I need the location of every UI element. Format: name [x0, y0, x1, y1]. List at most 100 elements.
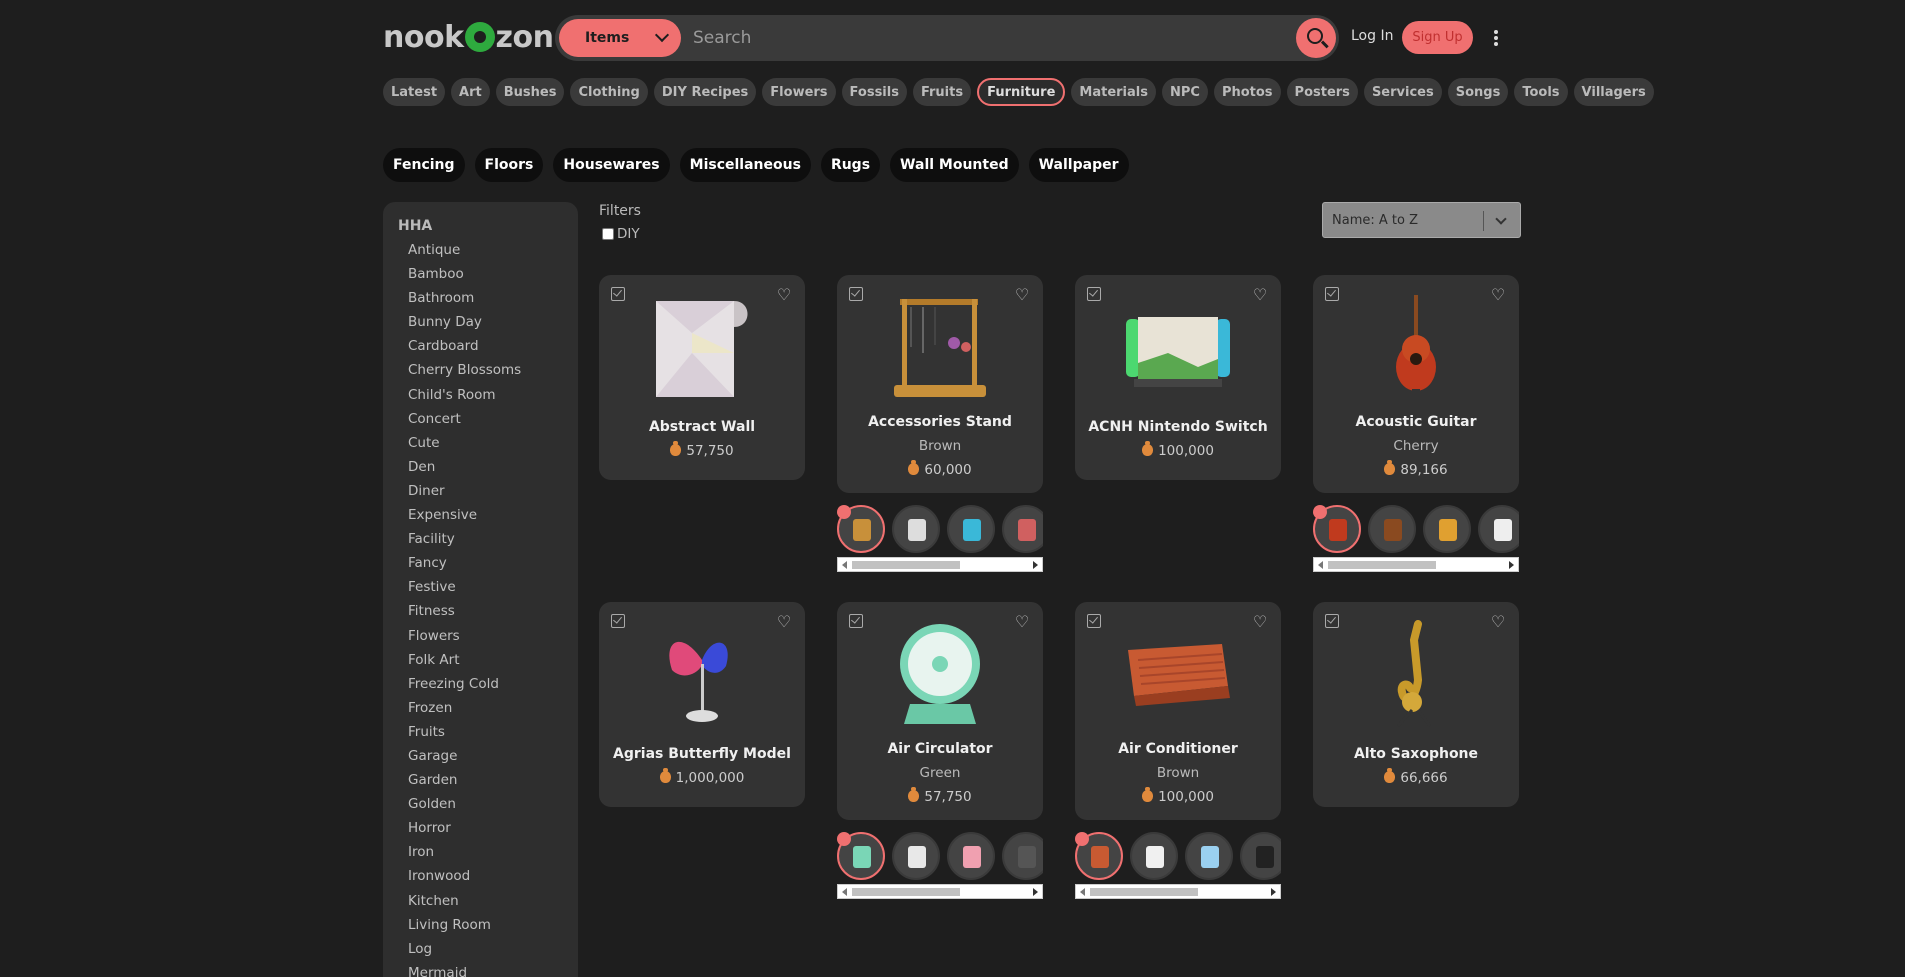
select-checkbox-icon[interactable] [1087, 287, 1101, 301]
sidebar-item[interactable]: Cardboard [408, 334, 578, 358]
select-checkbox-icon[interactable] [1325, 614, 1339, 628]
sidebar-heading[interactable]: HHA [398, 218, 578, 234]
sidebar-item[interactable]: Iron [408, 840, 578, 864]
sidebar-item[interactable]: Folk Art [408, 648, 578, 672]
item-card[interactable]: ♡ ACNH Nintendo Switch 100,000 [1075, 275, 1281, 480]
sidebar-item[interactable]: Flowers [408, 624, 578, 648]
subcategory-housewares[interactable]: Housewares [553, 148, 670, 182]
login-link[interactable]: Log In [1351, 28, 1393, 44]
sidebar-item[interactable]: Fancy [408, 551, 578, 575]
item-image[interactable] [1118, 293, 1238, 403]
heart-icon[interactable]: ♡ [775, 287, 793, 303]
variant-swatch[interactable] [947, 505, 995, 553]
heart-icon[interactable]: ♡ [1489, 614, 1507, 630]
item-card[interactable]: ♡ Alto Saxophone 66,666 [1313, 602, 1519, 807]
category-diy-recipes[interactable]: DIY Recipes [653, 78, 757, 106]
subcategory-fencing[interactable]: Fencing [383, 148, 465, 182]
variant-scrollbar[interactable] [1313, 557, 1519, 572]
search-button[interactable] [1296, 18, 1336, 58]
sidebar-item[interactable]: Antique [408, 238, 578, 262]
item-image[interactable] [642, 620, 762, 730]
item-card[interactable]: ♡ Acoustic Guitar Cherry 89,166 [1313, 275, 1519, 493]
variant-swatch[interactable] [837, 832, 885, 880]
category-tools[interactable]: Tools [1514, 78, 1568, 106]
category-furniture[interactable]: Furniture [977, 78, 1066, 106]
variant-swatch[interactable] [1075, 832, 1123, 880]
category-fruits[interactable]: Fruits [912, 78, 972, 106]
sidebar-item[interactable]: Bathroom [408, 286, 578, 310]
search-input[interactable] [693, 21, 1283, 55]
heart-icon[interactable]: ♡ [1251, 614, 1269, 630]
variant-swatch[interactable] [1313, 505, 1361, 553]
scroll-left-icon[interactable] [1318, 561, 1323, 569]
variant-swatch[interactable] [1423, 505, 1471, 553]
category-art[interactable]: Art [451, 78, 490, 106]
item-image[interactable] [1356, 620, 1476, 730]
scrollbar-thumb[interactable] [852, 561, 960, 569]
heart-icon[interactable]: ♡ [775, 614, 793, 630]
category-clothing[interactable]: Clothing [570, 78, 648, 106]
select-checkbox-icon[interactable] [611, 614, 625, 628]
sidebar-item[interactable]: Concert [408, 407, 578, 431]
sidebar-item[interactable]: Kitchen [408, 889, 578, 913]
sidebar-item[interactable]: Frozen [408, 696, 578, 720]
variant-scrollbar[interactable] [1075, 884, 1281, 899]
select-checkbox-icon[interactable] [1087, 614, 1101, 628]
item-image[interactable] [880, 620, 1000, 730]
scroll-left-icon[interactable] [842, 561, 847, 569]
sidebar-item[interactable]: Garden [408, 768, 578, 792]
item-card[interactable]: ♡ Accessories Stand Brown 60,000 [837, 275, 1043, 493]
subcategory-miscellaneous[interactable]: Miscellaneous [679, 148, 811, 182]
sidebar-item[interactable]: Golden [408, 792, 578, 816]
heart-icon[interactable]: ♡ [1489, 287, 1507, 303]
select-checkbox-icon[interactable] [849, 614, 863, 628]
sidebar-item[interactable]: Facility [408, 527, 578, 551]
category-npc[interactable]: NPC [1161, 78, 1208, 106]
variant-swatch[interactable] [1130, 832, 1178, 880]
variant-swatch[interactable] [1185, 832, 1233, 880]
category-latest[interactable]: Latest [383, 78, 446, 106]
item-name[interactable]: Accessories Stand [837, 414, 1043, 430]
scroll-right-icon[interactable] [1271, 888, 1276, 896]
sidebar-item[interactable]: Fitness [408, 599, 578, 623]
sidebar-item[interactable]: Bunny Day [408, 310, 578, 334]
item-card[interactable]: ♡ Air Circulator Green 57,750 [837, 602, 1043, 820]
scrollbar-thumb[interactable] [852, 888, 960, 896]
sidebar-item[interactable]: Garage [408, 744, 578, 768]
nookazon-logo[interactable]: nook zon [383, 20, 554, 55]
category-photos[interactable]: Photos [1213, 78, 1281, 106]
scrollbar-thumb[interactable] [1328, 561, 1436, 569]
sidebar-item[interactable]: Child's Room [408, 383, 578, 407]
item-image[interactable] [1356, 293, 1476, 403]
category-bushes[interactable]: Bushes [495, 78, 565, 106]
variant-swatch[interactable] [1368, 505, 1416, 553]
category-dropdown[interactable]: Items [559, 19, 681, 57]
scrollbar-thumb[interactable] [1090, 888, 1198, 896]
item-card[interactable]: ♡ Agrias Butterfly Model 1,000,000 [599, 602, 805, 807]
heart-icon[interactable]: ♡ [1013, 287, 1031, 303]
variant-swatch[interactable] [1478, 505, 1519, 553]
subcategory-wall-mounted[interactable]: Wall Mounted [890, 148, 1019, 182]
item-name[interactable]: Acoustic Guitar [1313, 414, 1519, 430]
category-materials[interactable]: Materials [1071, 78, 1156, 106]
variant-swatch[interactable] [1002, 505, 1043, 553]
category-villagers[interactable]: Villagers [1573, 78, 1654, 106]
sidebar-item[interactable]: Diner [408, 479, 578, 503]
sidebar-item[interactable]: Cherry Blossoms [408, 358, 578, 382]
select-checkbox-icon[interactable] [849, 287, 863, 301]
variant-swatch[interactable] [892, 832, 940, 880]
variant-scrollbar[interactable] [837, 884, 1043, 899]
sidebar-item[interactable]: Fruits [408, 720, 578, 744]
item-name[interactable]: Agrias Butterfly Model [599, 746, 805, 762]
sidebar-item[interactable]: Freezing Cold [408, 672, 578, 696]
item-name[interactable]: Air Circulator [837, 741, 1043, 757]
sidebar-item[interactable]: Mermaid [408, 961, 578, 977]
item-card[interactable]: ♡ Air Conditioner Brown 100,000 [1075, 602, 1281, 820]
variant-swatch[interactable] [1240, 832, 1281, 880]
sidebar-item[interactable]: Ironwood [408, 864, 578, 888]
subcategory-rugs[interactable]: Rugs [820, 148, 881, 182]
diy-filter[interactable]: DIY [602, 226, 640, 242]
sidebar-item[interactable]: Log [408, 937, 578, 961]
scroll-left-icon[interactable] [1080, 888, 1085, 896]
item-image[interactable] [1118, 620, 1238, 730]
